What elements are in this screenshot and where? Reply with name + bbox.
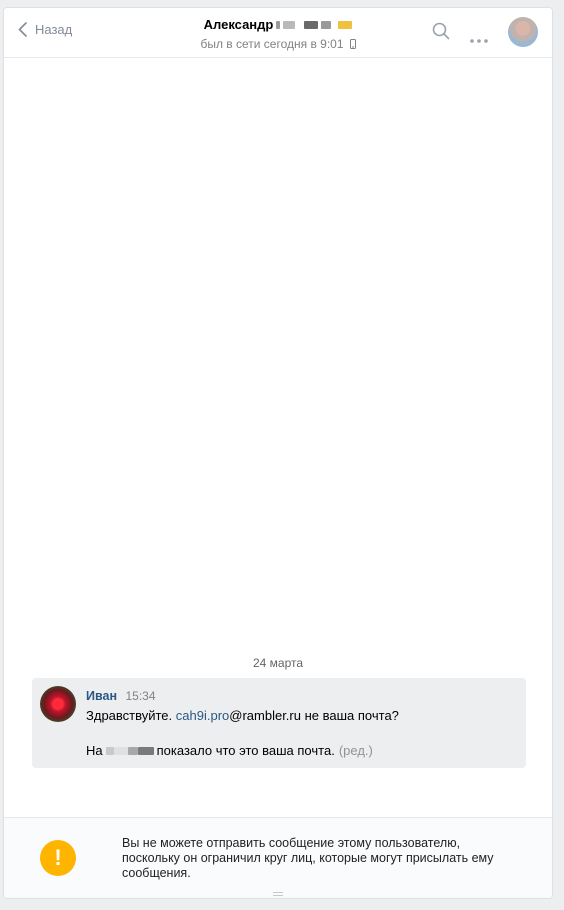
email-rest-text: @rambler.ru не ваша почта? — [229, 708, 399, 723]
message-history[interactable]: 24 марта Иван 15:34 Здравствуйте. cah9i.… — [4, 58, 552, 818]
resize-handle[interactable] — [273, 892, 283, 896]
chat-header: Назад Александр был в сети сегодня в 9:0… — [4, 8, 552, 58]
line2-text: показало что это ваша почта. — [156, 743, 335, 758]
contact-first-name: Александр — [203, 17, 274, 32]
mobile-icon — [349, 39, 356, 49]
redacted-text — [127, 746, 138, 755]
message-time[interactable]: 15:34 — [126, 689, 156, 703]
warning-icon: ! — [40, 840, 76, 876]
line2-prefix: На — [86, 743, 103, 758]
message-text: Здравствуйте. cah9i.pro@rambler.ru не ва… — [86, 707, 399, 759]
message-line-1: Здравствуйте. cah9i.pro@rambler.ru не ва… — [86, 707, 399, 724]
redacted-surname — [321, 20, 332, 29]
chat-window: Назад Александр был в сети сегодня в 9:0… — [3, 7, 553, 899]
email-link[interactable]: cah9i.pro — [176, 708, 229, 723]
redacted-surname — [283, 20, 296, 29]
search-icon — [432, 22, 450, 40]
author-avatar[interactable] — [40, 686, 76, 722]
date-separator: 24 марта — [252, 656, 304, 670]
redacted-text — [113, 746, 128, 755]
redacted-text — [137, 746, 154, 755]
contact-avatar[interactable] — [508, 17, 538, 47]
more-icon — [470, 39, 488, 43]
greeting-text: Здравствуйте. — [86, 708, 173, 723]
redacted-surname — [304, 20, 319, 29]
edited-label[interactable]: (ред.) — [339, 742, 373, 759]
search-button[interactable] — [432, 22, 450, 45]
contact-name[interactable]: Александр — [204, 17, 353, 32]
online-status-text: был в сети сегодня в 9:01 — [200, 37, 344, 51]
warning-text: Вы не можете отправить сообщение этому п… — [122, 836, 494, 880]
redacted-text — [105, 746, 114, 755]
message-item[interactable]: Иван 15:34 Здравствуйте. cah9i.pro@rambl… — [32, 678, 526, 768]
message-line-2: На показало что это ваша почта. (ред.) — [86, 742, 399, 759]
blocked-notice: ! Вы не можете отправить сообщение этому… — [4, 817, 552, 898]
message-header: Иван 15:34 — [86, 689, 156, 703]
author-name[interactable]: Иван — [86, 689, 117, 703]
more-button[interactable] — [470, 30, 488, 48]
redacted-surname — [276, 20, 281, 29]
redacted-badge — [338, 20, 353, 29]
